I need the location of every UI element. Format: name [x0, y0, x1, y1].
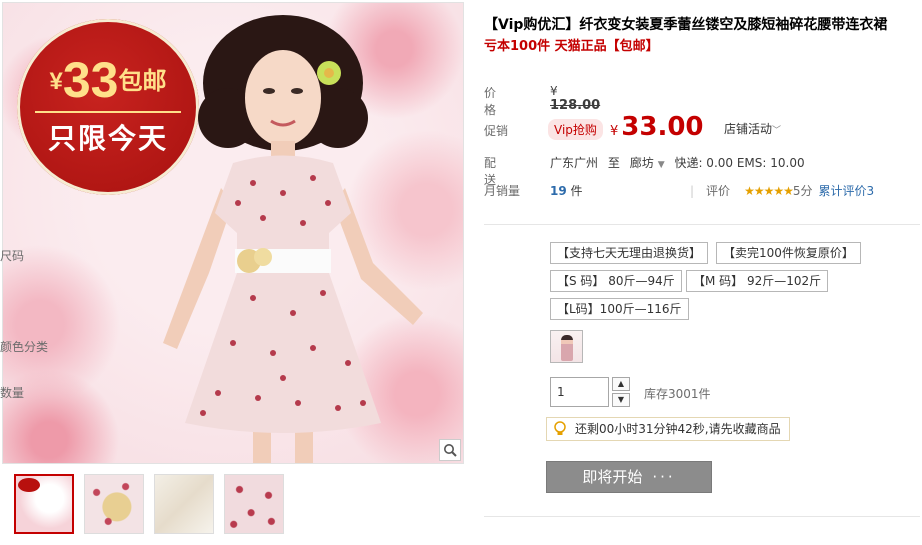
- review-summary: | 评价 ★★★★★5分 累计评价3: [690, 184, 875, 198]
- review-count-link[interactable]: 累计评价3: [819, 184, 875, 198]
- divider-bottom: [484, 516, 920, 517]
- quantity-label: 数量: [0, 386, 25, 400]
- promo-price-value: ¥33.00: [610, 112, 704, 142]
- thumbnail-4[interactable]: [224, 474, 284, 534]
- main-product-image[interactable]: ¥33包邮 只限今天: [2, 2, 464, 464]
- shipping-fees: 快递: 0.00 EMS: 10.00: [674, 156, 805, 170]
- shop-activity-dropdown[interactable]: 店铺活动﹀: [724, 120, 781, 137]
- price-label: 价格: [484, 86, 497, 117]
- zoom-icon[interactable]: [439, 439, 461, 461]
- buy-button[interactable]: 即将开始 ···: [546, 461, 712, 493]
- size-option-1[interactable]: 【支持七天无理由退换货】: [550, 242, 709, 264]
- sales-label: 月销量: [484, 184, 521, 198]
- caret-down-icon[interactable]: ▼: [658, 160, 665, 170]
- product-title: 【Vip购优汇】纤衣变女装夏季蕾丝镂空及膝短袖碎花腰带连衣裙: [484, 17, 888, 33]
- color-label: 颜色分类: [0, 340, 49, 354]
- separator: |: [690, 184, 695, 198]
- product-subtitle: 亏本100件 天猫正品【包邮】: [484, 39, 659, 54]
- product-page: ¥33包邮 只限今天 【Vip购优汇】纤衣变女装夏季蕾丝镂空及膝短袖碎花腰带连衣…: [0, 0, 922, 545]
- thumbnail-1[interactable]: [14, 474, 74, 534]
- thumbnail-2[interactable]: [84, 474, 144, 534]
- model-photo: [163, 15, 423, 463]
- size-option-m[interactable]: 【M 码】 92斤—102斤: [686, 270, 829, 292]
- thumbnail-3[interactable]: [154, 474, 214, 534]
- size-option-s[interactable]: 【S 码】 80斤—94斤: [550, 270, 682, 292]
- size-label: 尺码: [0, 249, 25, 263]
- stock-count: 库存3001件: [644, 387, 711, 401]
- thumbnail-promo-badge: [18, 478, 40, 492]
- quantity-decrease-button[interactable]: ▼: [612, 393, 630, 407]
- product-info: 【Vip购优汇】纤衣变女装夏季蕾丝镂空及膝短袖碎花腰带连衣裙 亏本100件 天猫…: [484, 16, 920, 56]
- size-option-2[interactable]: 【卖完100件恢复原价】: [716, 242, 861, 264]
- star-rating-icon: ★★★★★: [744, 184, 794, 198]
- original-price: ¥ 128.00: [550, 84, 601, 113]
- shipping-info: 广东广州 至 廊坊 ▼ 快递: 0.00 EMS: 10.00: [550, 156, 805, 170]
- promotion-label: 促销: [484, 124, 509, 138]
- vip-badge: Vip抢购: [548, 119, 603, 140]
- chevron-down-icon: ﹀: [772, 126, 782, 136]
- lightbulb-icon: [554, 421, 566, 435]
- color-thumbnail: [561, 335, 573, 361]
- quantity-input[interactable]: [550, 377, 609, 407]
- size-option-l[interactable]: 【L码】100斤—116斤: [550, 298, 689, 320]
- thumbnail-strip: [14, 474, 284, 534]
- sales-count: 19 件: [550, 184, 583, 198]
- color-option[interactable]: [550, 330, 583, 363]
- quantity-increase-button[interactable]: ▲: [612, 377, 630, 391]
- destination-select[interactable]: 廊坊: [630, 156, 654, 170]
- countdown-notice: 还剩00小时31分钟42秒,请先收藏商品: [546, 417, 790, 441]
- divider: [484, 224, 920, 225]
